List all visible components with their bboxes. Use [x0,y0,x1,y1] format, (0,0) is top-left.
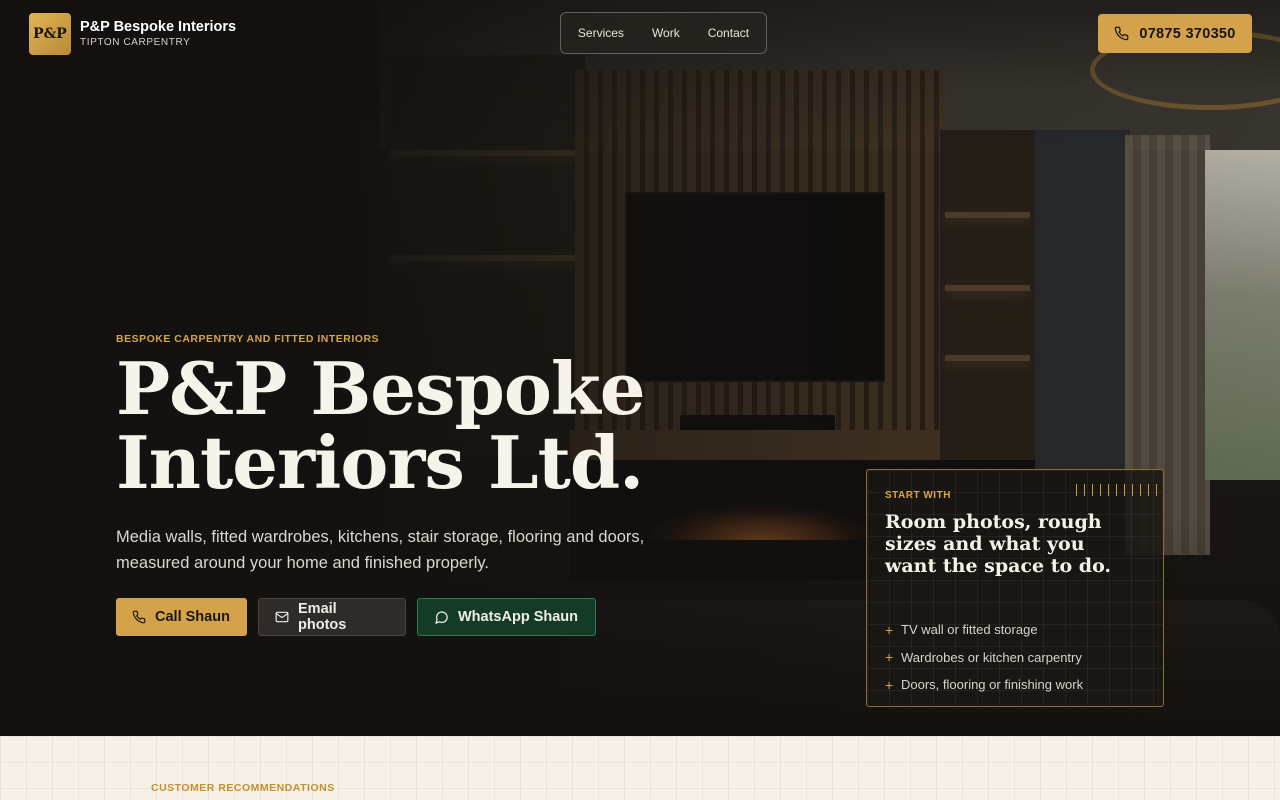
call-shaun-button[interactable]: Call Shaun [116,598,247,636]
brand-logo-text: P&P [33,26,67,42]
hero-description: Media walls, fitted wardrobes, kitchens,… [116,528,645,572]
call-shaun-label: Call Shaun [155,609,230,625]
header-phone-number: 07875 370350 [1139,25,1236,42]
list-item-label: Wardrobes or kitchen carpentry [901,649,1082,665]
list-item-label: TV wall or fitted storage [901,622,1038,638]
hero-section: P&P P&P Bespoke Interiors TIPTON CARPENT… [0,0,1280,736]
whatsapp-shaun-label: WhatsApp Shaun [458,609,579,625]
phone-icon [132,610,146,624]
hero-title: P&P Bespoke Interiors Ltd. [116,346,646,505]
recommendations-section: CUSTOMER RECOMMENDATIONS [0,736,1280,800]
hero-cta-group: Call Shaun Email photos WhatsApp Shaun [116,598,596,636]
brand-subtitle: TIPTON CARPENTRY [80,37,191,48]
ruler-ticks-decoration [1076,484,1157,496]
nav-link-contact[interactable]: Contact [694,26,763,40]
plus-icon: + [885,621,894,638]
card-eyebrow: START WITH [885,490,951,501]
list-item: + Wardrobes or kitchen carpentry [885,644,1083,672]
email-photos-button[interactable]: Email photos [258,598,406,636]
whatsapp-shaun-button[interactable]: WhatsApp Shaun [417,598,596,636]
plus-icon: + [885,676,894,693]
plus-icon: + [885,649,894,666]
list-item-label: Doors, flooring or finishing work [901,677,1084,693]
email-photos-label: Email photos [298,601,347,633]
brand-name: P&P Bespoke Interiors [80,19,237,35]
brand-text: P&P Bespoke Interiors TIPTON CARPENTRY [80,19,236,49]
chat-bubble-icon [434,610,449,625]
envelope-icon [275,610,289,624]
brand-home-link[interactable]: P&P P&P Bespoke Interiors TIPTON CARPENT… [29,13,236,55]
brand-logo: P&P [29,13,71,55]
card-checklist: + TV wall or fitted storage + Wardrobes … [885,616,1083,699]
hero-eyebrow: BESPOKE CARPENTRY AND FITTED INTERIORS [116,333,380,345]
start-with-card: START WITH Room photos, rough sizes and … [866,469,1164,707]
header-phone-button[interactable]: 07875 370350 [1098,14,1252,53]
nav-link-work[interactable]: Work [638,26,694,40]
recommendations-eyebrow: CUSTOMER RECOMMENDATIONS [151,782,335,794]
card-title: Room photos, rough sizes and what you wa… [885,511,1112,577]
phone-icon [1114,26,1129,41]
list-item: + Doors, flooring or finishing work [885,671,1083,699]
list-item: + TV wall or fitted storage [885,616,1083,644]
nav-link-services[interactable]: Services [564,26,638,40]
main-nav: Services Work Contact [560,12,767,54]
